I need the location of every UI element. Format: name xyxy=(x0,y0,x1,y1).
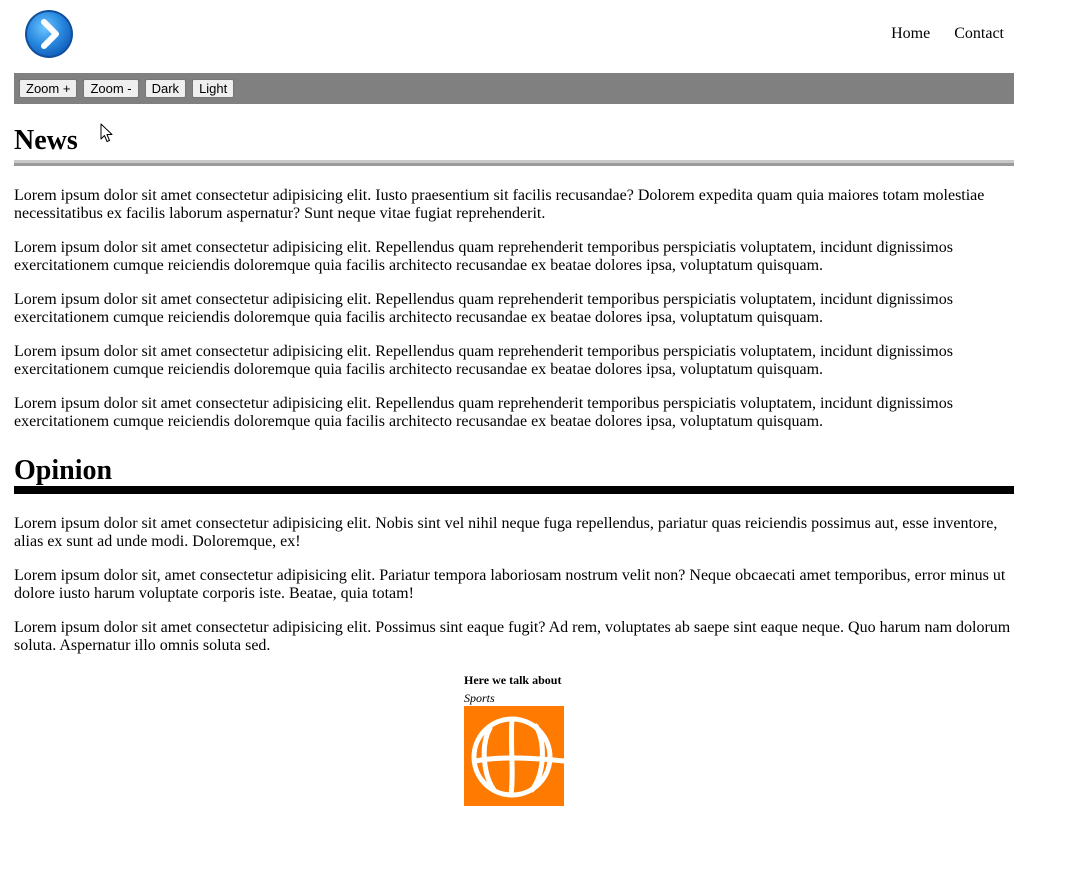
accessibility-toolbar: Zoom + Zoom - Dark Light xyxy=(14,73,1014,104)
light-theme-button[interactable]: Light xyxy=(192,79,235,98)
dark-theme-button[interactable]: Dark xyxy=(144,79,187,98)
sports-aside: Here we talk about Sports xyxy=(464,673,564,806)
news-paragraph: Lorem ipsum dolor sit amet consectetur a… xyxy=(14,239,953,274)
news-heading: News xyxy=(14,125,78,156)
site-header: Home Contact xyxy=(0,0,1075,73)
news-paragraph: Lorem ipsum dolor sit amet consectetur a… xyxy=(14,395,953,430)
opinion-section: Opinion Lorem ipsum dolor sit amet conse… xyxy=(14,447,1014,655)
news-paragraph: Lorem ipsum dolor sit amet consectetur a… xyxy=(14,187,985,222)
news-section: News Lorem ipsum dolor sit amet consecte… xyxy=(14,104,1014,431)
opinion-paragraph: Lorem ipsum dolor sit, amet consectetur … xyxy=(14,567,1006,602)
aside-subtitle: Sports xyxy=(464,691,495,705)
news-paragraph: Lorem ipsum dolor sit amet consectetur a… xyxy=(14,291,953,326)
nav-link-home[interactable]: Home xyxy=(891,24,930,43)
zoom-out-button[interactable]: Zoom - xyxy=(83,79,139,98)
news-divider xyxy=(14,160,1014,166)
nav-link-contact[interactable]: Contact xyxy=(954,24,1004,43)
zoom-in-button[interactable]: Zoom + xyxy=(19,79,78,98)
basketball-icon xyxy=(464,706,564,806)
chevron-right-circle-icon[interactable] xyxy=(24,9,74,59)
main-nav: Home Contact xyxy=(891,24,1004,43)
opinion-paragraph: Lorem ipsum dolor sit amet consectetur a… xyxy=(14,515,998,550)
aside-title: Here we talk about xyxy=(464,673,562,687)
opinion-heading: Opinion xyxy=(14,455,113,486)
news-paragraph: Lorem ipsum dolor sit amet consectetur a… xyxy=(14,343,953,378)
opinion-paragraph: Lorem ipsum dolor sit amet consectetur a… xyxy=(14,619,1011,654)
opinion-divider xyxy=(14,486,1014,494)
main-content: News Lorem ipsum dolor sit amet consecte… xyxy=(14,104,1014,671)
